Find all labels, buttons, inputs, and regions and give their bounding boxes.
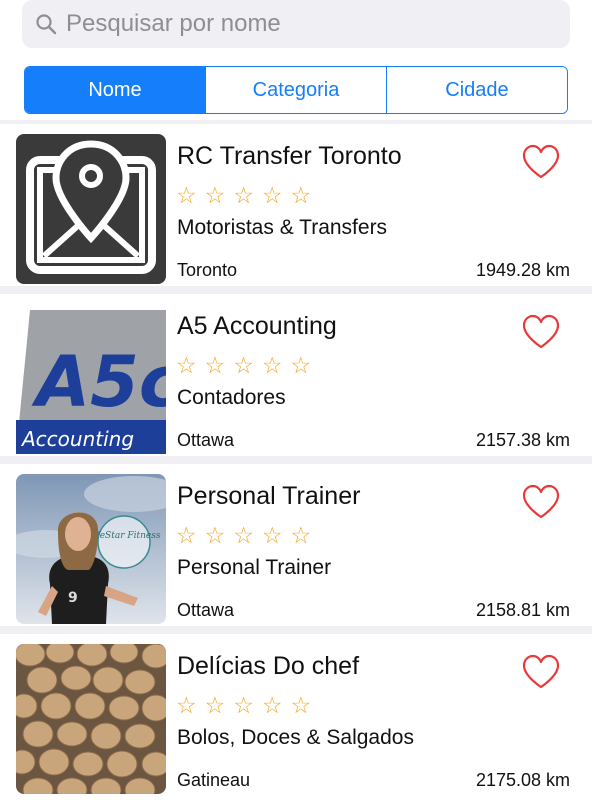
listing-city: Ottawa [177,430,235,450]
favorite-heart-icon[interactable] [521,144,561,180]
listing-city: Gatineau [177,770,251,790]
favorite-heart-icon[interactable] [521,654,561,690]
star-outline-icon: ☆ [176,522,197,548]
segment-categoria[interactable]: Categoria [205,67,386,113]
star-outline-icon: ☆ [204,692,226,718]
logo-lettering: A5c [31,341,166,423]
listing-title: Delícias Do chef [177,652,360,680]
listing-thumbnail: A5c Accounting [16,304,166,454]
star-outline-icon: ☆ [261,692,283,718]
star-outline-icon: ☆ [176,692,197,718]
trainer-photo: LifeStar Fitness 9 [16,474,166,624]
star-outline-icon: ☆ [233,522,254,548]
listing-distance: 1949.28 km [475,260,570,280]
star-outline-icon: ☆ [176,352,197,378]
search-icon [36,14,57,35]
filter-segmented-control: Nome Categoria Cidade [24,66,568,114]
listing-category: Contadores [177,386,286,409]
search-bar[interactable] [22,0,570,48]
star-outline-icon: ☆ [290,182,312,208]
listing-distance: 2158.81 km [475,600,570,620]
list-item[interactable]: Delícias Do chef ☆ ☆ ☆ ☆ ☆ Bolos, Doces … [0,634,592,796]
listing-title: Personal Trainer [177,482,361,510]
list-item[interactable]: LifeStar Fitness 9 Personal Trainer ☆ ☆ … [0,464,592,626]
rating-stars: ☆ ☆ ☆ ☆ ☆ [176,692,311,718]
listing-distance: 2157.38 km [475,430,570,450]
listing-thumbnail [16,644,166,794]
segment-nome[interactable]: Nome [25,67,205,113]
listing-city: Toronto [177,260,238,280]
logo-caption: Accounting [20,427,134,451]
listing-title: A5 Accounting [177,312,337,340]
star-outline-icon: ☆ [204,352,226,378]
star-outline-icon: ☆ [176,182,197,208]
star-outline-icon: ☆ [290,692,312,718]
divider [0,626,592,634]
food-photo [16,644,166,794]
a5-accounting-logo: A5c Accounting [16,304,166,454]
star-outline-icon: ☆ [261,182,283,208]
divider [0,456,592,464]
listing-category: Personal Trainer [177,556,332,579]
favorite-heart-icon[interactable] [521,314,561,350]
rating-stars: ☆ ☆ ☆ ☆ ☆ [176,182,311,208]
star-outline-icon: ☆ [261,522,283,548]
listing-thumbnail: LifeStar Fitness 9 [16,474,166,624]
segment-cidade[interactable]: Cidade [386,67,567,113]
svg-text:9: 9 [68,590,78,606]
star-outline-icon: ☆ [233,352,254,378]
rating-stars: ☆ ☆ ☆ ☆ ☆ [176,352,311,378]
listing-title: RC Transfer Toronto [177,142,402,170]
listing-list: RC Transfer Toronto ☆ ☆ ☆ ☆ ☆ Motoristas… [0,120,592,796]
star-outline-icon: ☆ [204,522,226,548]
star-outline-icon: ☆ [204,182,226,208]
listing-city: Ottawa [177,600,235,620]
listing-distance: 2175.08 km [475,770,570,790]
search-input[interactable] [66,10,546,38]
listing-category: Motoristas & Transfers [177,216,388,239]
list-item[interactable]: A5c Accounting A5 Accounting ☆ ☆ ☆ ☆ ☆ C… [0,294,592,456]
rating-stars: ☆ ☆ ☆ ☆ ☆ [176,522,311,548]
star-outline-icon: ☆ [290,352,312,378]
map-pin-icon [16,134,166,284]
divider [0,286,592,294]
star-outline-icon: ☆ [290,522,312,548]
star-outline-icon: ☆ [261,352,283,378]
list-item[interactable]: RC Transfer Toronto ☆ ☆ ☆ ☆ ☆ Motoristas… [0,124,592,286]
listing-category: Bolos, Doces & Salgados [177,726,414,749]
star-outline-icon: ☆ [233,182,254,208]
favorite-heart-icon[interactable] [521,484,561,520]
star-outline-icon: ☆ [233,692,254,718]
listing-thumbnail [16,134,166,284]
